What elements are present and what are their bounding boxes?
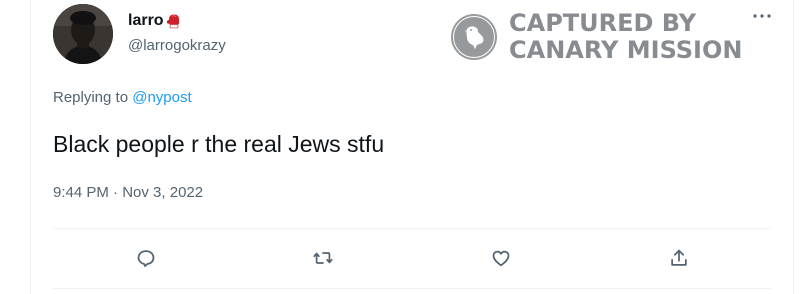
- reply-button[interactable]: [132, 244, 160, 272]
- action-bar: [31, 244, 793, 272]
- avatar-image: [53, 4, 113, 64]
- like-button[interactable]: [487, 244, 515, 272]
- like-icon: [492, 250, 510, 267]
- reply-icon: [137, 250, 155, 267]
- more-options-icon[interactable]: [749, 6, 775, 26]
- tweet-text: Black people r the real Jews stfu: [53, 131, 385, 157]
- user-handle[interactable]: @larrogokrazy: [128, 36, 226, 56]
- watermark-line-2: CANARY MISSION: [509, 36, 743, 64]
- boxing-glove-icon: [166, 13, 182, 29]
- tweet-time[interactable]: 9:44 PM: [53, 184, 109, 201]
- watermark: CAPTURED BY CANARY MISSION: [449, 10, 742, 64]
- retweet-button[interactable]: [309, 244, 337, 272]
- canary-bird-icon: [451, 14, 497, 60]
- bottom-divider: [53, 288, 771, 289]
- divider: [53, 228, 771, 229]
- display-name[interactable]: larro: [128, 11, 164, 31]
- time-separator: ·: [113, 184, 119, 201]
- tweet-card: larro @larrogokrazy CAPTURED BY CANARY M…: [30, 0, 794, 294]
- avatar[interactable]: [53, 4, 113, 64]
- tweet-date[interactable]: Nov 3, 2022: [122, 184, 203, 201]
- share-icon: [671, 249, 687, 266]
- watermark-text: CAPTURED BY CANARY MISSION: [509, 10, 742, 64]
- timestamp: 9:44 PM · Nov 3, 2022: [53, 183, 203, 203]
- watermark-line-1: CAPTURED BY: [509, 9, 697, 37]
- reply-to-link[interactable]: @nypost: [132, 89, 191, 106]
- author-name-row: larro: [128, 11, 182, 31]
- replying-to: Replying to @nypost: [53, 88, 192, 108]
- reply-prefix: Replying to: [53, 89, 129, 106]
- share-button[interactable]: [665, 244, 693, 272]
- retweet-icon: [313, 252, 333, 264]
